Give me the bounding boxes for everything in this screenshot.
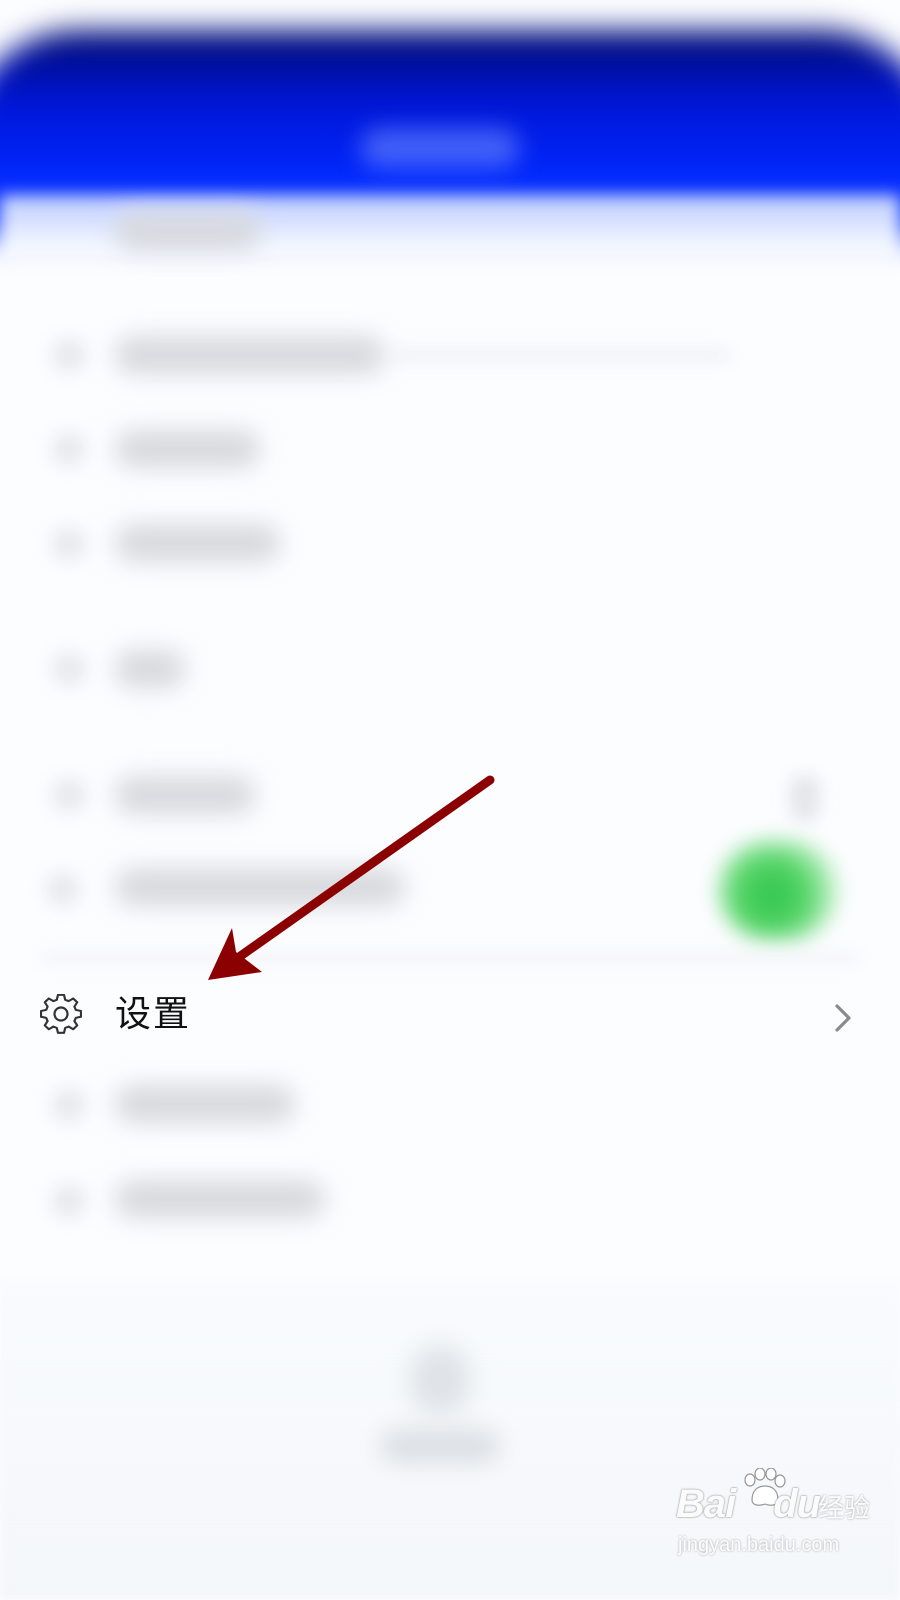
settings-menu-item[interactable]: 设置 <box>0 968 900 1068</box>
toggle-switch[interactable] <box>718 840 838 940</box>
blurred-header-title <box>360 128 520 168</box>
blurred-menu-icon <box>52 652 86 686</box>
blurred-menu-item[interactable] <box>115 1085 295 1123</box>
watermark-logo-text: Bai du <box>676 1482 821 1526</box>
blurred-menu-icon <box>52 338 86 372</box>
watermark-url: jingyan.baidu.com <box>678 1534 840 1556</box>
blurred-tab-icon[interactable] <box>410 1345 470 1415</box>
blurred-chevron-icon <box>790 775 820 821</box>
watermark-product: 经验 <box>818 1494 871 1524</box>
blurred-tab-label[interactable] <box>380 1428 500 1464</box>
blurred-menu-item[interactable] <box>115 524 280 562</box>
blurred-menu-icon <box>52 432 86 466</box>
blurred-menu-item[interactable] <box>115 212 260 250</box>
blurred-menu-icon <box>52 527 86 561</box>
blurred-menu-item[interactable] <box>115 776 255 814</box>
blurred-menu-item[interactable] <box>115 868 405 906</box>
blurred-menu-icon <box>52 1088 86 1122</box>
blurred-menu-item[interactable] <box>115 430 260 468</box>
blurred-divider <box>390 350 730 360</box>
baidu-jingyan-watermark: Bai du 经验 jingyan.baidu.com <box>676 1468 886 1588</box>
blurred-menu-icon <box>46 872 80 906</box>
blurred-menu-icon <box>52 1184 86 1218</box>
blurred-menu-item[interactable] <box>115 1180 325 1218</box>
blurred-menu-item[interactable] <box>115 336 385 374</box>
chevron-right-icon <box>835 1004 851 1032</box>
gear-icon <box>40 994 82 1034</box>
screen: 设置 Bai du 经验 jingyan.baidu.com <box>0 0 900 1600</box>
settings-label: 设置 <box>115 994 192 1035</box>
blurred-menu-icon <box>52 778 86 812</box>
blurred-menu-item[interactable] <box>115 650 185 688</box>
blurred-divider <box>40 955 860 961</box>
